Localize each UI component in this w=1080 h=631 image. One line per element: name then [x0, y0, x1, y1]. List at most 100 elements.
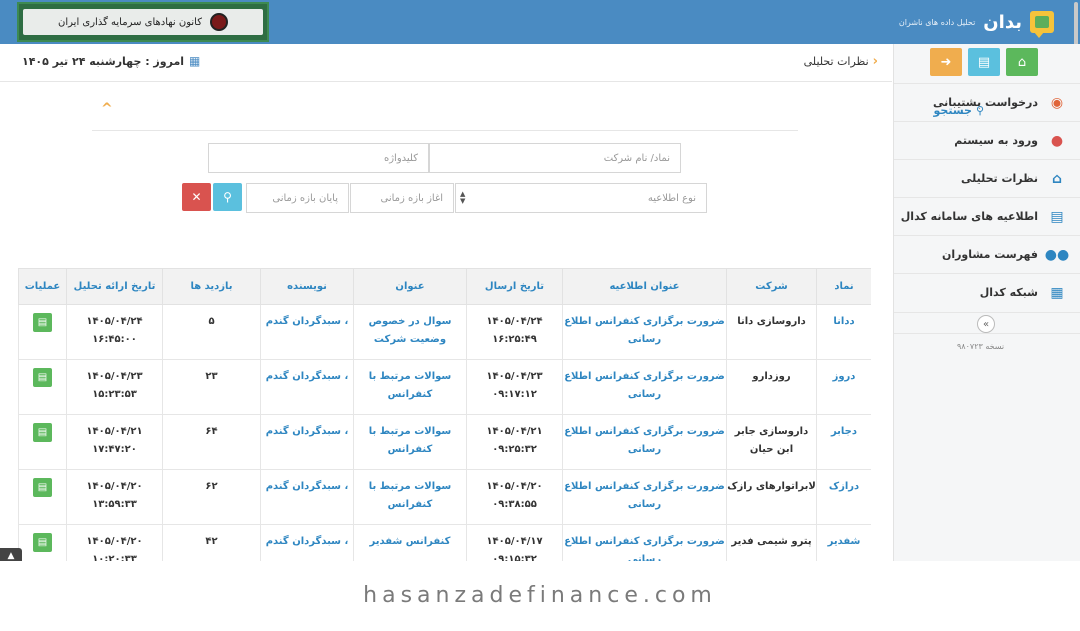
notice-type-select[interactable]: نوع اطلاعیه ▲ ▼	[455, 183, 707, 213]
top-header: کانون نهادهای سرمایه گذاری ایران بدان تح…	[0, 0, 1080, 162]
end-date-box	[246, 183, 349, 213]
chevron-up-icon[interactable]: ^	[101, 101, 113, 117]
notice-cell[interactable]: ضرورت برگزاری کنفرانس اطلاع رسانی	[562, 414, 727, 470]
title-cell[interactable]: سوالات مرتبط با کنفرانس	[353, 414, 467, 470]
users-icon: ●●	[1044, 246, 1070, 263]
arrow-up-icon: ▲	[7, 551, 15, 561]
analysis-date-cell: ۱۴۰۵/۰۴/۲۳ ۱۵:۲۳:۵۳	[66, 359, 163, 415]
sidebar-item-label: ورود به سیستم	[954, 134, 1038, 147]
document-button[interactable]: ▤	[968, 48, 1000, 76]
author-cell[interactable]: ، سبدگردان گندم	[260, 469, 354, 525]
sent-date-cell: ۱۴۰۵/۰۴/۱۷ ۰۹:۱۵:۳۲	[466, 524, 563, 561]
sidebar-item-advisors[interactable]: ●● فهرست مشاوران	[894, 235, 1080, 273]
symbol-cell[interactable]: ددانا	[816, 304, 871, 360]
actions-cell: ▤	[18, 469, 67, 525]
document-icon: ▤	[1050, 208, 1064, 225]
sent-date-cell: ۱۴۰۵/۰۴/۲۰ ۰۹:۳۸:۵۵	[466, 469, 563, 525]
notice-cell[interactable]: ضرورت برگزاری کنفرانس اطلاع رسانی	[562, 359, 727, 415]
symbol-input-box	[429, 143, 681, 173]
author-cell[interactable]: ، سبدگردان گندم	[260, 414, 354, 470]
search-button[interactable]: ⚲	[213, 183, 242, 211]
analyses-table: نماد شرکت عنوان اطلاعیه تاریخ ارسال عنوا…	[18, 268, 871, 561]
table-row: درازک لابراتوارهای رازک ضرورت برگزاری کن…	[18, 469, 871, 525]
brand[interactable]: بدان تحلیل داده های ناشران	[899, 8, 1054, 38]
symbol-cell[interactable]: درازک	[816, 469, 871, 525]
user-icon: ●	[1050, 132, 1064, 149]
table-header-row: نماد شرکت عنوان اطلاعیه تاریخ ارسال عنوا…	[18, 268, 871, 305]
login-button[interactable]: ➜	[930, 48, 962, 76]
column-header[interactable]: بازدید ها	[162, 268, 261, 305]
author-cell[interactable]: ، سبدگردان گندم	[260, 304, 354, 360]
notice-cell[interactable]: ضرورت برگزاری کنفرانس اطلاع رسانی	[562, 469, 727, 525]
table-row: دروز روزدارو ضرورت برگزاری کنفرانس اطلاع…	[18, 359, 871, 415]
analysis-date-cell: ۱۴۰۵/۰۴/۲۴ ۱۶:۴۵:۰۰	[66, 304, 163, 360]
column-header[interactable]: شرکت	[726, 268, 817, 305]
symbol-input[interactable]	[430, 144, 670, 172]
table-row: شفدیر پترو شیمی فدیر ضرورت برگزاری کنفرا…	[18, 524, 871, 561]
column-header[interactable]: عنوان	[353, 268, 467, 305]
keyword-input-box	[208, 143, 429, 173]
double-chevron-left-icon: «	[982, 318, 990, 330]
calendar-icon: ▦	[189, 54, 201, 68]
breadcrumb[interactable]: ‹ نظرات تحلیلی	[804, 54, 878, 69]
title-cell[interactable]: کنفرانس شفدیر	[353, 524, 467, 561]
company-cell: روزدارو	[726, 359, 817, 415]
today-label: امروز : چهارشنبه ۲۴ تیر ۱۴۰۵	[22, 54, 185, 68]
notice-cell[interactable]: ضرورت برگزاری کنفرانس اطلاع رسانی	[562, 304, 727, 360]
sidebar-item-codal-notices[interactable]: ▤ اطلاعیه های سامانه کدال	[894, 197, 1080, 235]
brand-name: بدان	[983, 11, 1022, 33]
sent-date-cell: ۱۴۰۵/۰۴/۲۳ ۰۹:۱۷:۱۲	[466, 359, 563, 415]
start-date-input[interactable]	[351, 184, 443, 212]
author-cell[interactable]: ، سبدگردان گندم	[260, 524, 354, 561]
symbol-cell[interactable]: دجابر	[816, 414, 871, 470]
column-header: عملیات	[18, 268, 67, 305]
end-date-input[interactable]	[247, 184, 338, 212]
keyword-input[interactable]	[209, 144, 418, 172]
analysis-date-cell: ۱۴۰۵/۰۴/۲۰ ۱۳:۵۹:۳۳	[66, 469, 163, 525]
sidebar-item-label: فهرست مشاوران	[941, 248, 1038, 261]
partner-banner[interactable]: کانون نهادهای سرمایه گذاری ایران	[17, 2, 269, 42]
collapse-sidebar-button[interactable]: «	[977, 315, 995, 333]
sidebar-item-codal-network[interactable]: ▦ شبکه کدال	[894, 273, 1080, 311]
sidebar-collapse-row: «	[894, 312, 1080, 334]
column-header[interactable]: تاریخ ارسال	[466, 268, 563, 305]
column-header[interactable]: تاریخ ارائه تحلیل	[66, 268, 163, 305]
table-row: دجابر داروسازی جابر ابن حیان ضرورت برگزا…	[18, 414, 871, 470]
analysis-date-cell: ۱۴۰۵/۰۴/۲۰ ۱۰:۲۰:۳۳	[66, 524, 163, 561]
banner-text: کانون نهادهای سرمایه گذاری ایران	[58, 16, 202, 28]
symbol-cell[interactable]: شفدیر	[816, 524, 871, 561]
notice-cell[interactable]: ضرورت برگزاری کنفرانس اطلاع رسانی	[562, 524, 727, 561]
title-cell[interactable]: سوالات مرتبط با کنفرانس	[353, 359, 467, 415]
title-cell[interactable]: سوال در خصوص وضعیت شرکت	[353, 304, 467, 360]
view-document-icon[interactable]: ▤	[33, 478, 52, 497]
view-document-icon[interactable]: ▤	[33, 368, 52, 387]
view-document-icon[interactable]: ▤	[33, 533, 52, 552]
sidebar-item-label: شبکه کدال	[979, 286, 1038, 299]
views-cell: ۶۲	[162, 469, 261, 525]
sidebar-item-analyses[interactable]: ⌂ نظرات تحلیلی	[894, 159, 1080, 197]
title-cell[interactable]: سوالات مرتبط با کنفرانس	[353, 469, 467, 525]
column-header[interactable]: نویسنده	[260, 268, 354, 305]
home-icon: ⌂	[1051, 170, 1063, 187]
search-divider	[92, 130, 798, 131]
company-cell: لابراتوارهای رازک	[726, 469, 817, 525]
column-header[interactable]: عنوان اطلاعیه	[562, 268, 727, 305]
banner-logo-icon	[209, 13, 228, 31]
close-icon: ✕	[191, 190, 202, 204]
watermark-text: hasanzadefinance.com	[363, 583, 717, 608]
view-document-icon[interactable]: ▤	[33, 313, 52, 332]
home-button[interactable]: ⌂	[1006, 48, 1038, 76]
sidebar-quick-buttons: ➜ ▤ ⌂	[930, 48, 1038, 76]
actions-cell: ▤	[18, 524, 67, 561]
column-header[interactable]: نماد	[816, 268, 871, 305]
sidebar-item-support[interactable]: ◉ درخواست پشتیبانی	[894, 83, 1080, 121]
search-panel-title[interactable]: ⚲ جستجو	[934, 104, 985, 117]
view-document-icon[interactable]: ▤	[33, 423, 52, 442]
symbol-cell[interactable]: دروز	[816, 359, 871, 415]
search-title-label: جستجو	[933, 104, 972, 117]
sidebar: ➜ ▤ ⌂ ◉ درخواست پشتیبانی ● ورود به سیستم…	[893, 44, 1080, 561]
sidebar-item-login[interactable]: ● ورود به سیستم	[894, 121, 1080, 159]
version-label: نسخه ۹۸۰۷۲۳	[957, 342, 1005, 351]
author-cell[interactable]: ، سبدگردان گندم	[260, 359, 354, 415]
clear-button[interactable]: ✕	[182, 183, 211, 211]
